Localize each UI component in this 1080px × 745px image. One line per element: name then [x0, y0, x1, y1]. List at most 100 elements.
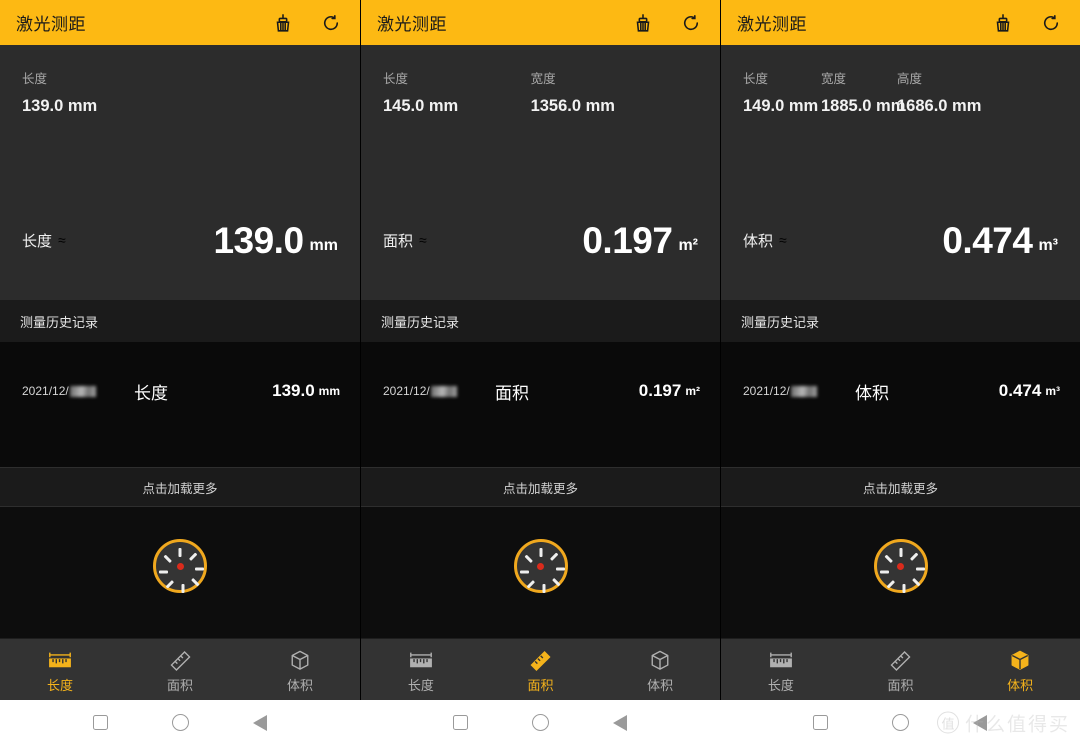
- app-bar: 激光测距: [721, 0, 1080, 45]
- result-value-row: 0.197 m²: [582, 222, 698, 259]
- result-unit: mm: [309, 236, 338, 254]
- redacted-day: [430, 385, 457, 397]
- ruler-length-icon: [47, 648, 73, 674]
- history-header-label: 测量历史记录: [20, 314, 99, 330]
- spinner-spoke: [195, 567, 204, 571]
- list-item[interactable]: 2021/12/ 长度 139.0 mm: [0, 360, 360, 422]
- spinner-center-dot: [176, 562, 184, 570]
- field-length: 长度 139.0 mm: [22, 73, 360, 180]
- cube-volume-icon: [288, 648, 312, 674]
- back-button[interactable]: [963, 706, 997, 740]
- tab-label: 体积: [1007, 677, 1034, 693]
- result-label: 体积: [743, 232, 774, 250]
- spinner-spoke: [178, 548, 182, 557]
- square-icon: [452, 715, 468, 730]
- refresh-icon[interactable]: [1036, 8, 1066, 38]
- square-icon: [92, 715, 108, 730]
- field-value: 139.0 mm: [22, 96, 98, 115]
- history-type: 长度: [134, 383, 168, 403]
- history-timestamp: 2021/12/: [22, 384, 126, 398]
- panel-strip: 激光测距 长度 139.0 mm 长度 ≈ 139.0 mm 测量历史记录 20…: [0, 0, 1080, 700]
- device-screen: 激光测距 长度 139.0 mm 长度 ≈ 139.0 mm 测量历史记录 20…: [0, 0, 1080, 745]
- history-timestamp: 2021/12/: [743, 384, 847, 398]
- loading-area: [361, 507, 720, 638]
- bottom-tab-bar: 长度 面积 体积: [361, 638, 720, 700]
- measurement-fields: 长度 139.0 mm: [0, 45, 360, 180]
- loading-area: [721, 507, 1080, 638]
- spinner-spoke: [555, 567, 565, 571]
- square-icon: [812, 715, 828, 730]
- panel-length: 激光测距 长度 139.0 mm 长度 ≈ 139.0 mm 测量历史记录 20…: [0, 0, 360, 700]
- broom-clean-icon[interactable]: [628, 8, 658, 38]
- back-button[interactable]: [603, 706, 637, 740]
- result-value: 139.0: [213, 219, 304, 261]
- history-timestamp: 2021/12/: [383, 384, 487, 398]
- result-summary: 体积 ≈ 0.474 m³: [721, 180, 1080, 300]
- list-item[interactable]: 2021/12/ 面积 0.197 m²: [361, 360, 720, 422]
- result-value: 0.474: [942, 219, 1033, 261]
- tab-length[interactable]: 长度: [0, 639, 120, 700]
- panel-volume: 激光测距 长度 149.0 mm 宽度 1885.0 mm 高度 1686.0 …: [720, 0, 1080, 700]
- result-summary: 长度 ≈ 139.0 mm: [0, 180, 360, 300]
- history-unit: m³: [1045, 384, 1060, 398]
- ruler-length-icon: [408, 648, 434, 674]
- history-type: 面积: [495, 383, 529, 403]
- tab-length[interactable]: 长度: [361, 639, 481, 700]
- tab-length[interactable]: 长度: [721, 639, 841, 700]
- history-list: 2021/12/ 体积 0.474 m³: [721, 342, 1080, 467]
- history-value: 0.197: [638, 381, 682, 400]
- history-date: 2021/12/: [743, 384, 847, 398]
- approx-sign: ≈: [58, 232, 66, 248]
- back-button[interactable]: [243, 706, 277, 740]
- recents-button[interactable]: [83, 706, 117, 740]
- home-button[interactable]: [163, 706, 197, 740]
- broom-clean-icon[interactable]: [988, 8, 1018, 38]
- redacted-day: [69, 385, 96, 397]
- tab-volume[interactable]: 体积: [240, 639, 360, 700]
- spinner-spoke: [159, 570, 168, 574]
- load-more-button[interactable]: 点击加载更多: [721, 467, 1080, 507]
- spinner-spoke: [542, 584, 545, 593]
- refresh-icon[interactable]: [316, 8, 346, 38]
- history-header: 测量历史记录: [0, 300, 360, 342]
- history-unit: m²: [685, 384, 700, 398]
- result-value: 0.197: [582, 219, 673, 261]
- tab-label: 长度: [767, 677, 794, 693]
- tab-volume[interactable]: 体积: [600, 639, 720, 700]
- triangle-left-icon: [973, 714, 987, 731]
- ruler-area-icon: [168, 648, 193, 674]
- nav-slot: [360, 706, 720, 740]
- load-more-button[interactable]: 点击加载更多: [0, 467, 360, 507]
- nav-slot: [0, 706, 360, 740]
- result-unit: m²: [678, 236, 698, 254]
- android-nav-bar: 值 什么值得买: [0, 700, 1080, 745]
- home-button[interactable]: [883, 706, 917, 740]
- refresh-icon[interactable]: [676, 8, 706, 38]
- recents-button[interactable]: [803, 706, 837, 740]
- load-more-button[interactable]: 点击加载更多: [361, 467, 720, 507]
- list-item[interactable]: 2021/12/ 体积 0.474 m³: [721, 360, 1080, 422]
- app-title: 激光测距: [737, 15, 807, 34]
- spinner-spoke: [181, 584, 185, 593]
- app-bar: 激光测距: [0, 0, 360, 45]
- tab-volume[interactable]: 体积: [960, 639, 1080, 700]
- tab-area[interactable]: 面积: [120, 639, 240, 700]
- history-value: 0.474: [998, 381, 1042, 400]
- broom-clean-icon[interactable]: [268, 8, 298, 38]
- result-label: 面积: [383, 232, 414, 250]
- home-button[interactable]: [523, 706, 557, 740]
- tab-label: 体积: [286, 677, 313, 693]
- tab-area[interactable]: 面积: [841, 639, 961, 700]
- app-bar: 激光测距: [361, 0, 720, 45]
- result-value-row: 139.0 mm: [213, 222, 338, 259]
- app-title: 激光测距: [377, 15, 447, 34]
- loading-spinner-icon: [513, 539, 568, 593]
- bottom-tab-bar: 长度 面积 体积: [721, 638, 1080, 700]
- tab-label: 体积: [647, 677, 674, 693]
- history-value: 139.0: [272, 381, 315, 400]
- tab-area[interactable]: 面积: [481, 639, 601, 700]
- recents-button[interactable]: [443, 706, 477, 740]
- circle-icon: [531, 714, 549, 731]
- field-length: 长度 149.0 mm: [743, 73, 821, 180]
- ruler-area-icon: [528, 648, 553, 674]
